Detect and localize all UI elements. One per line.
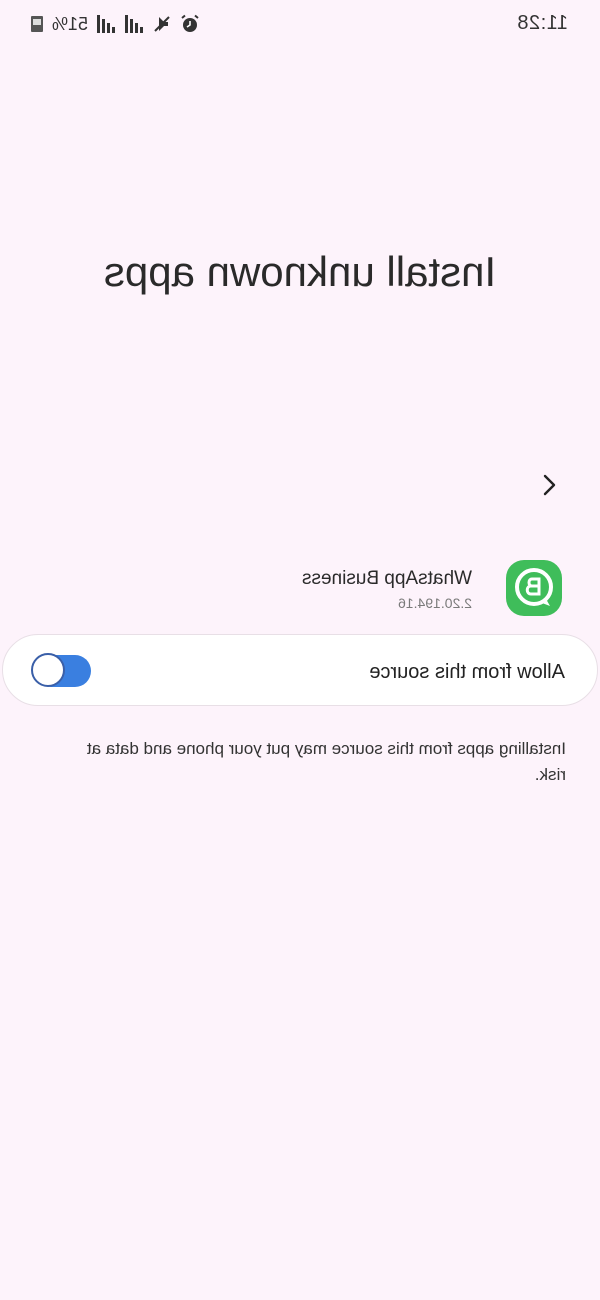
status-bar: 11:28 51%: [0, 0, 600, 48]
page-title: Install unknown apps: [103, 248, 497, 295]
app-version: 2.20.194.16: [398, 595, 472, 611]
app-info-row: WhatsApp Business 2.20.194.16: [30, 558, 570, 620]
warning-description: Installing apps from this source may put…: [86, 739, 566, 784]
allow-from-source-label: Allow from this source: [369, 661, 565, 683]
allow-toggle[interactable]: [31, 653, 91, 687]
battery-level: 51%: [52, 13, 89, 34]
app-name: WhatsApp Business: [301, 568, 472, 589]
whatsapp-business-icon: [504, 558, 564, 618]
alarm-icon: [180, 14, 200, 34]
status-time: 11:28: [516, 12, 568, 34]
chevron-right-icon[interactable]: [532, 468, 566, 502]
toggle-knob: [31, 653, 65, 687]
screen: 11:28 51% Install unknown apps WhatsApp …: [0, 0, 600, 1300]
status-icons: 51%: [30, 12, 200, 36]
allow-from-source-row[interactable]: Allow from this source: [2, 634, 598, 706]
image-icon: [30, 15, 44, 33]
signal-icon: [124, 15, 144, 33]
mute-icon: [152, 14, 172, 34]
signal-icon: [96, 15, 116, 33]
